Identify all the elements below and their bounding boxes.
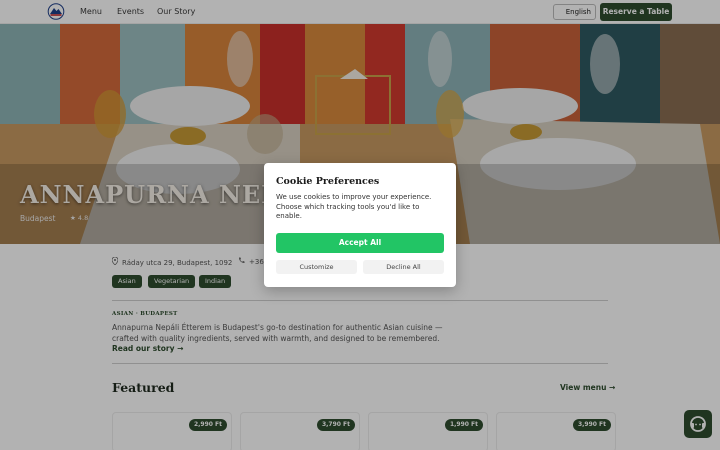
customize-button[interactable]: Customize — [276, 260, 357, 274]
decline-all-button[interactable]: Decline All — [363, 260, 444, 274]
cookie-dialog-title: Cookie Preferences — [276, 176, 380, 187]
accept-all-button[interactable]: Accept All — [276, 233, 444, 253]
cookie-dialog-body: We use cookies to improve your experienc… — [276, 193, 432, 221]
cookie-consent-dialog: Cookie Preferences We use cookies to imp… — [264, 163, 456, 287]
